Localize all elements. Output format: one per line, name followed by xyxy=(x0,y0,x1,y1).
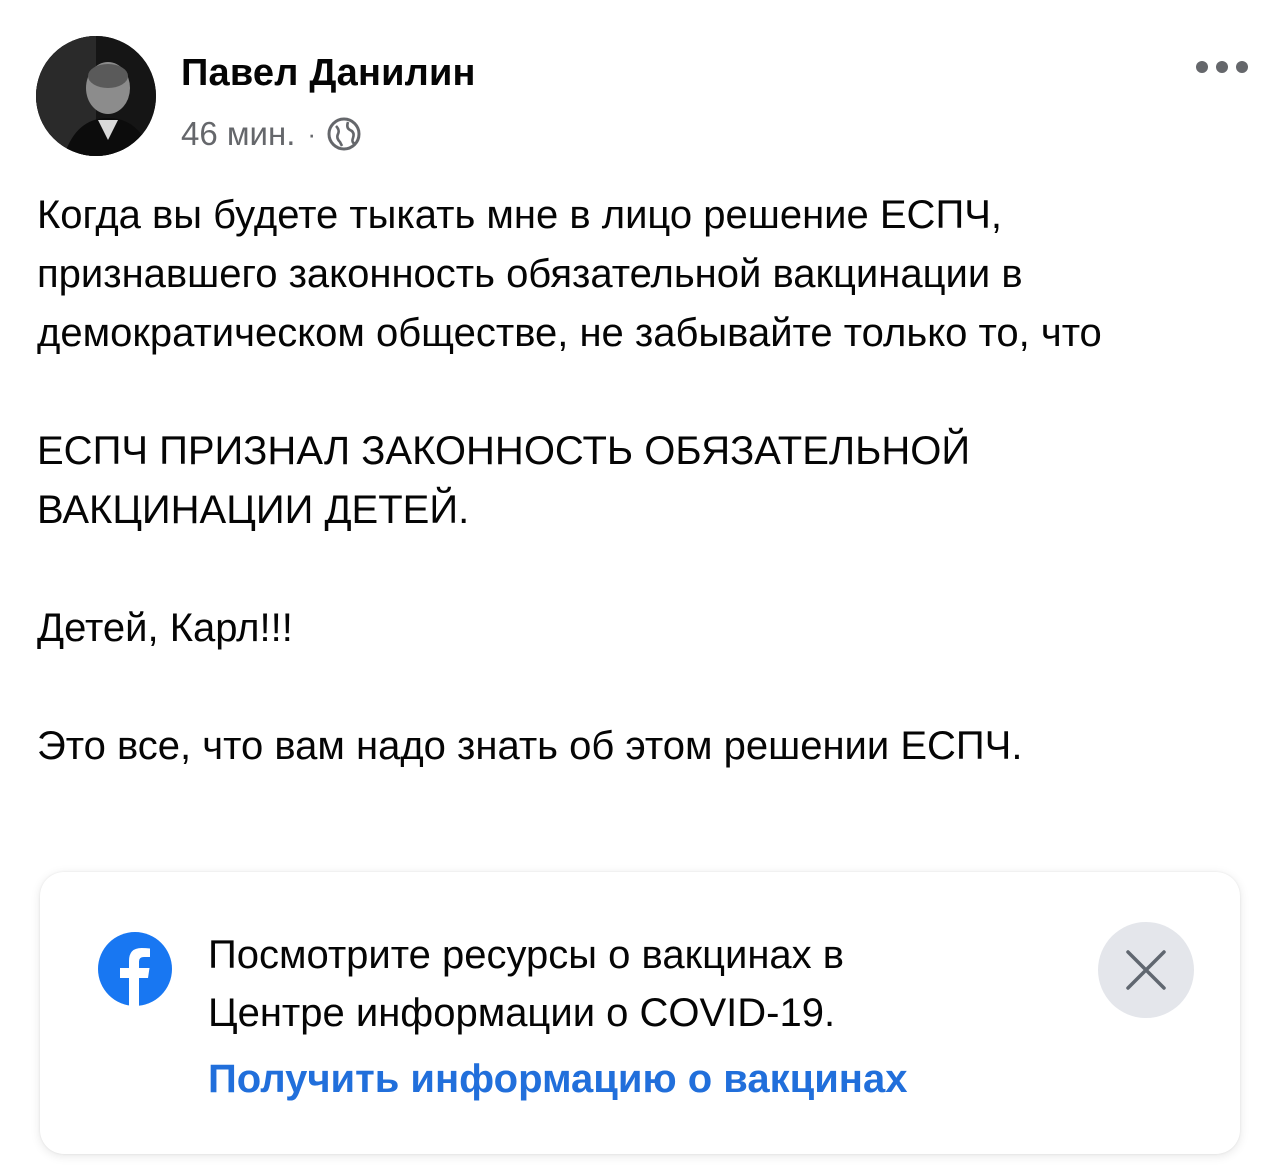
facebook-logo-icon xyxy=(98,932,172,1006)
covid-card-message: Посмотрите ресурсы о вакцинах в Центре и… xyxy=(208,926,1068,1042)
globe-icon xyxy=(326,116,362,152)
more-options-icon[interactable] xyxy=(1192,50,1252,84)
post-body: Когда вы будете тыкать мне в лицо решени… xyxy=(37,186,1237,776)
covid-info-card: Посмотрите ресурсы о вакцинах в Центре и… xyxy=(40,872,1240,1154)
avatar-photo xyxy=(36,36,156,156)
covid-card-line: Посмотрите ресурсы о вакцинах в xyxy=(208,933,845,977)
post-paragraph: Когда вы будете тыкать мне в лицо решени… xyxy=(37,193,1102,355)
author-name[interactable]: Павел Данилин xyxy=(181,52,476,95)
post-meta: 46 мин. · xyxy=(181,112,362,156)
post-paragraph: Это все, что вам надо знать об этом реше… xyxy=(37,724,1023,768)
post-paragraph: ЕСПЧ ПРИЗНАЛ ЗАКОНHOСТЬ ОБЯЗАТЕЛЬНОЙ ВАК… xyxy=(37,429,971,532)
facebook-post: Павел Данилин 46 мин. · Когда вы будете … xyxy=(0,0,1280,1172)
covid-card-line: Центре информации о COVID-19. xyxy=(208,991,836,1035)
close-icon xyxy=(1126,950,1166,990)
post-paragraph: Детей, Карл!!! xyxy=(37,606,293,650)
vaccine-info-link[interactable]: Получить информацию о вакцинах xyxy=(208,1050,907,1108)
post-timestamp[interactable]: 46 мин. xyxy=(181,115,295,153)
meta-separator: · xyxy=(307,118,317,149)
close-button[interactable] xyxy=(1098,922,1194,1018)
avatar[interactable] xyxy=(36,36,156,156)
